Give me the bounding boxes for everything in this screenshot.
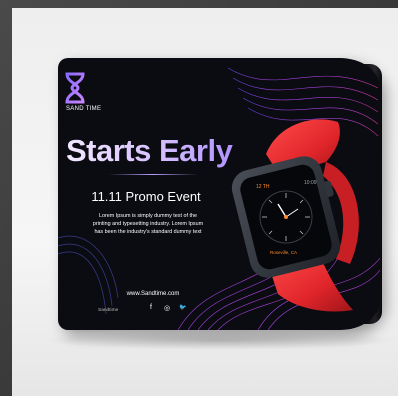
website-text: www.Sandtime.com [126,291,180,297]
headline-underline [108,174,198,175]
watch-date-text: 12 TH [256,184,270,190]
promo-banner: SAND TIME Starts Early 11.11 Promo Event… [58,58,380,330]
footer-brand: Sandtime [98,308,119,313]
brand-name: SAND TIME [66,106,102,112]
smartwatch-image: 12 TH 10:09 Roseville, CA [231,119,359,312]
floor-shadow [40,330,398,350]
watch-time-text: 10:09 [304,180,317,186]
hourglass-icon [65,72,85,104]
facebook-icon: f [150,304,152,311]
watch-location-text: Roseville, CA [270,250,297,255]
scene: SAND TIME Starts Early 11.11 Promo Event… [0,0,398,396]
blurb-line: has been the industry's standard dummy t… [94,229,202,235]
instagram-icon: ◎ [164,305,171,312]
event-title: 11.11 Promo Event [91,189,201,204]
twitter-icon: 🐦 [179,305,187,311]
blurb-line: printing and typesetting industry. Lorem… [92,221,204,227]
blurb-line: Lorem Ipsum is simply dummy text of the [99,213,197,219]
blurb: Lorem Ipsum is simply dummy text of the … [78,212,218,236]
